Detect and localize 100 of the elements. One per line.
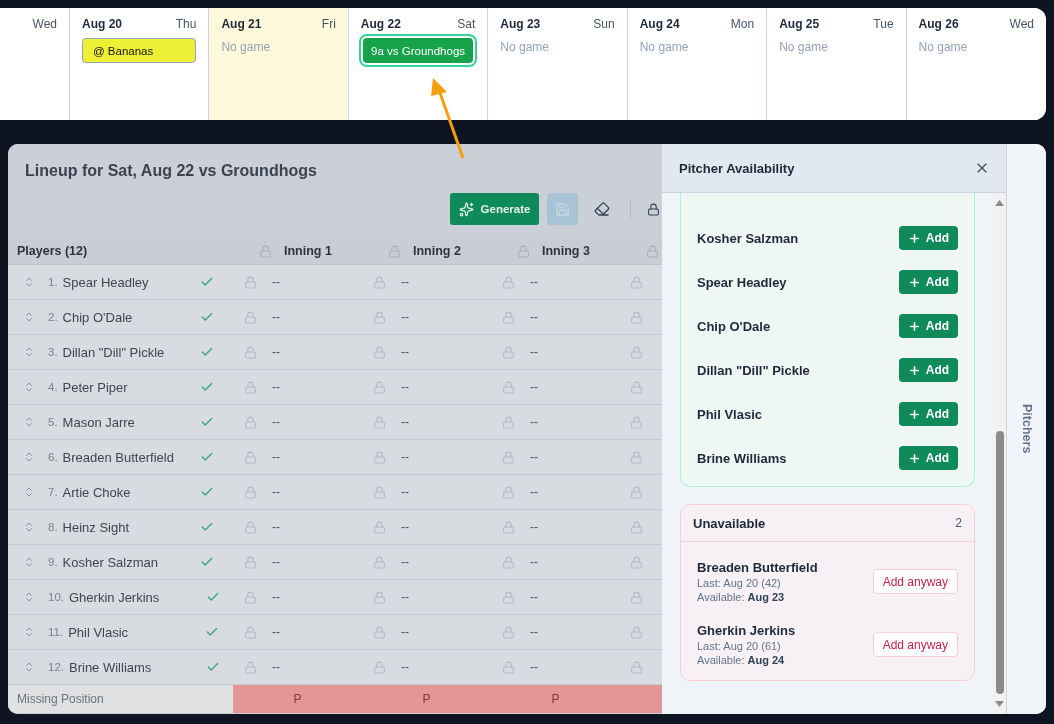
player-name: Phil Vlasic [68,624,130,640]
missing-position-cell: P [362,685,491,713]
position-cell: -- [401,415,409,429]
row-number: 6. [48,451,58,463]
weekday: Wed [32,17,57,31]
position-cell: -- [401,345,409,359]
day-date: Aug 23 [500,17,541,31]
drag-handle-icon[interactable] [23,626,35,638]
row-number: 7. [48,486,58,498]
player-name: Artie Choke [62,484,132,500]
add-button[interactable]: Add [899,402,958,426]
save-icon [555,201,570,217]
drag-handle-icon[interactable] [23,311,35,323]
inning-heading: Inning 1 [284,244,332,258]
player-name: Chip O'Dale [62,309,134,325]
unavailable-count: 2 [955,516,962,530]
day-date: Aug 24 [639,17,680,31]
day-date: Aug 25 [779,17,820,31]
day-date: Aug 20 [82,17,122,31]
plus-icon [907,319,921,333]
position-cell: -- [530,660,538,674]
pitcher-name: Dillan "Dill" Pickle [697,362,810,378]
player-name: Kosher Salzman [62,554,159,570]
drag-handle-icon[interactable] [23,451,35,463]
position-cell: -- [530,520,538,534]
drag-handle-icon[interactable] [23,591,35,603]
row-number: 12. [48,661,64,673]
position-cell: -- [401,485,409,499]
position-cell: -- [401,555,409,569]
missing-position-cell [620,685,662,713]
add-anyway-button[interactable]: Add anyway [872,569,958,594]
game-chip[interactable]: @ Bananas [82,38,197,63]
side-tab[interactable]: Pitchers [1006,144,1046,714]
player-name: Spear Headley [62,274,150,290]
day-date: Aug 22 [360,17,401,31]
plus-icon [907,275,921,289]
add-anyway-button[interactable]: Add anyway [872,632,958,657]
available-date: Available: Aug 23 [697,591,786,603]
scroll-down-arrow[interactable] [995,701,1004,707]
drag-handle-icon[interactable] [23,381,35,393]
position-cell: -- [530,345,538,359]
position-cell: -- [272,310,280,324]
scroll-up-arrow[interactable] [995,200,1004,206]
pitcher-name: Breaden Butterfield [697,560,818,575]
unavailable-title: Unavailable [693,515,766,531]
missing-position-label: Missing Position [8,685,233,713]
player-name: Mason Jarre [62,414,136,430]
weekday: Fri [321,17,336,31]
plus-icon [907,451,921,465]
day-date: Aug 21 [221,17,262,31]
day-date: Aug 26 [918,17,959,31]
position-cell: -- [530,625,538,639]
generate-button[interactable]: Generate [450,193,539,225]
drag-handle-icon[interactable] [23,416,35,428]
drag-handle-icon[interactable] [23,661,35,673]
position-cell: -- [272,345,280,359]
available-date: Available: Aug 24 [697,654,786,666]
plus-icon [907,363,921,377]
inning-heading: Inning 3 [542,244,590,258]
position-cell: -- [272,660,280,674]
day-column[interactable]: Aug 21 Fri No game [209,8,349,120]
add-button[interactable]: Add [899,226,958,250]
row-number: 1. [48,276,58,288]
add-button[interactable]: Add [899,270,958,294]
drag-handle-icon[interactable] [23,521,35,533]
drag-handle-icon[interactable] [23,346,35,358]
position-cell: -- [272,415,280,429]
add-button[interactable]: Add [899,446,958,470]
player-name: Brine Williams [69,659,153,675]
weekday: Thu [175,17,197,31]
player-name: Breaden Butterfield [62,449,175,465]
drag-handle-icon[interactable] [23,556,35,568]
position-cell: -- [530,275,538,289]
last-pitched: Last: Aug 20 (42) [697,577,782,589]
pitcher-name: Brine Williams [697,450,787,466]
last-pitched: Last: Aug 20 (61) [697,640,782,652]
position-cell: -- [401,450,409,464]
position-cell: -- [530,555,538,569]
player-name: Gherkin Jerkins [69,589,161,605]
players-heading: Players (12) [17,244,88,258]
position-cell: -- [530,310,538,324]
add-button[interactable]: Add [899,358,958,382]
player-name: Heinz Sight [62,519,131,535]
plus-icon [907,231,921,245]
add-button[interactable]: Add [899,314,958,338]
pitcher-name: Spear Headley [697,274,787,290]
position-cell: -- [401,275,409,289]
position-cell: -- [401,625,409,639]
player-name: Peter Piper [62,379,129,395]
drag-handle-icon[interactable] [23,276,35,288]
lock-icon[interactable] [647,202,660,216]
position-cell: -- [530,590,538,604]
pitcher-name: Chip O'Dale [697,318,771,334]
row-number: 9. [48,556,58,568]
position-cell: -- [530,485,538,499]
sparkles-icon [458,201,474,217]
row-number: 2. [48,311,58,323]
eraser-icon[interactable] [594,201,610,217]
scrollbar[interactable] [993,193,1006,714]
drag-handle-icon[interactable] [23,486,35,498]
